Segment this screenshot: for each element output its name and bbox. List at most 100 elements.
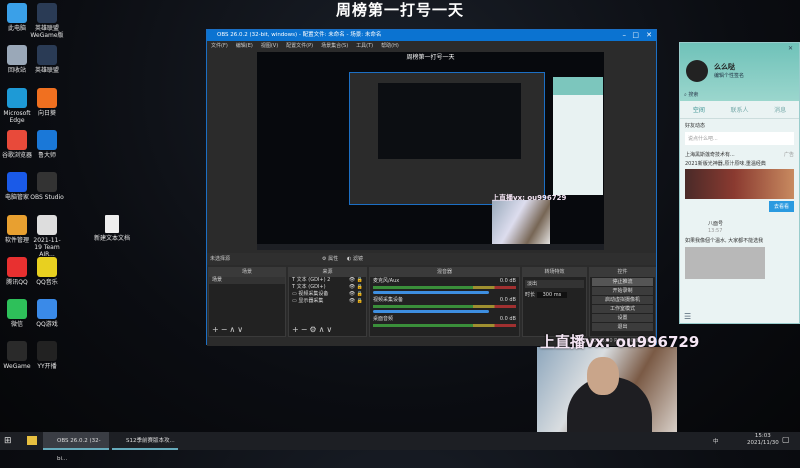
visibility-lock-icons[interactable]: 👁 🔒 xyxy=(349,284,366,291)
source-type-icon: ▭ xyxy=(292,298,297,304)
qq-tab[interactable]: 消息 xyxy=(774,105,786,114)
taskbar-item-label: S12季前赛版本攻... xyxy=(126,438,175,444)
desktop-icon[interactable]: 腾讯QQ xyxy=(0,256,34,286)
preview-canvas[interactable]: 周榜第一打号一天 上直播vx: ou996729 xyxy=(257,52,604,250)
scene-toolbar[interactable]: +−∧∨ xyxy=(212,325,245,334)
close-icon[interactable]: ✕ xyxy=(788,45,793,52)
taskbar: ⊞ OBS 26.0.2 (32-bi... S12季前赛版本攻... 中 15… xyxy=(0,432,800,462)
visibility-lock-icons[interactable]: 👁 🔒 xyxy=(349,291,366,298)
filters-label: 滤镜 xyxy=(352,256,363,262)
desktop-icon[interactable]: 回收站 xyxy=(0,45,34,74)
taskbar-item-obs[interactable]: OBS 26.0.2 (32-bi... xyxy=(43,432,109,462)
desktop-icon[interactable]: 此电脑 xyxy=(0,3,34,32)
file-explorer-icon[interactable] xyxy=(27,436,37,445)
source-item[interactable]: T 文本 (GDI+) 2 👁 🔒 xyxy=(289,277,366,284)
qq-signature[interactable]: 编辑个性签名 xyxy=(714,72,744,79)
channel-name: 桌面音频 xyxy=(373,316,394,322)
sources-dock: 来源 T 文本 (GDI+) 2 👁 🔒 T 文本 (GDI+) 👁 🔒 ▭ 视频采集设… xyxy=(288,267,367,337)
source-item[interactable]: T 文本 (GDI+) 👁 🔒 xyxy=(289,284,366,291)
visibility-lock-icons[interactable]: 👁 🔒 xyxy=(349,298,366,305)
friend-time: 13:57 xyxy=(708,228,723,234)
desktop-icon[interactable]: 微信 xyxy=(0,299,34,328)
ime-indicator[interactable]: 中 xyxy=(713,437,719,445)
qq-menu-icon[interactable]: ☰ xyxy=(684,312,691,321)
menu-item[interactable]: 视图(V) xyxy=(261,41,278,51)
filters-button[interactable]: ◐ 滤镜 xyxy=(347,253,363,265)
desktop-icon-text-file[interactable]: 新建文本文档 xyxy=(92,215,132,242)
menu-item[interactable]: 配置文件(P) xyxy=(286,41,313,51)
ad-author: 上海黑斯莲奇技术有... xyxy=(685,152,735,158)
qq-search[interactable]: ⌕ 搜索 xyxy=(684,91,698,98)
desktop-icon[interactable]: OBS Studio xyxy=(30,172,64,201)
duration-input[interactable]: 300 ms xyxy=(536,292,568,298)
source-label: 文本 (GDI+) 2 xyxy=(296,277,331,283)
menu-item[interactable]: 工具(T) xyxy=(356,41,373,51)
desktop-icon-label: 此电脑 xyxy=(7,25,26,32)
volume-slider[interactable] xyxy=(373,310,489,313)
taskbar-item-chrome[interactable]: S12季前赛版本攻... xyxy=(112,432,178,450)
scene-item[interactable]: 场景 xyxy=(209,277,285,284)
control-button[interactable]: 停止推流 xyxy=(592,278,653,286)
ad-button[interactable]: 去看看 xyxy=(769,201,794,212)
desktop-icon[interactable]: 软件管理 xyxy=(0,214,34,244)
maximize-button[interactable]: □ xyxy=(632,30,639,41)
control-button[interactable]: 退出 xyxy=(592,323,653,331)
menu-item[interactable]: 编辑(E) xyxy=(236,41,253,51)
preview-title: 周榜第一打号一天 xyxy=(406,54,455,61)
mixer-channel: 视频采集设备 0.0 dB xyxy=(370,296,519,313)
source-item[interactable]: ▭ 显示器采集 👁 🔒 xyxy=(289,298,366,305)
feed-label[interactable]: 好友动态 xyxy=(680,119,799,132)
menu-item[interactable]: 文件(F) xyxy=(211,41,228,51)
menu-item[interactable]: 帮助(H) xyxy=(381,41,399,51)
desktop-icon[interactable]: QQ音乐 xyxy=(30,256,64,286)
minimize-button[interactable]: – xyxy=(623,30,627,41)
transition-select[interactable]: 淡出 xyxy=(525,280,584,288)
close-button[interactable]: ✕ xyxy=(646,30,652,41)
friend-image[interactable] xyxy=(685,247,765,279)
properties-button[interactable]: ⚙ 属性 xyxy=(322,253,338,265)
friend-name[interactable]: 八面号 xyxy=(680,212,799,227)
control-button[interactable]: 设置 xyxy=(592,314,653,322)
desktop-icon[interactable]: 谷歌浏览器 xyxy=(0,129,34,159)
app-icon xyxy=(7,214,27,235)
desktop-icon[interactable]: 向日葵 xyxy=(30,87,64,117)
source-toolbar-buttons[interactable]: +−⚙∧∨ xyxy=(292,325,334,334)
volume-meter xyxy=(373,324,516,327)
clock[interactable]: 15:03 2021/11/30 xyxy=(747,433,779,447)
control-button[interactable]: 工作室模式 xyxy=(592,305,653,313)
desktop-icon-label: YY开播 xyxy=(37,363,57,371)
start-button[interactable]: ⊞ xyxy=(4,432,12,450)
mixer-channel: 麦克风/Aux 0.0 dB xyxy=(370,277,519,294)
desktop-icon-label: 电脑管家 xyxy=(4,194,29,202)
desktop-icon[interactable]: 鲁大师 xyxy=(30,129,64,159)
notification-icon[interactable]: ▢ xyxy=(782,435,790,444)
qq-tab[interactable]: 空间 xyxy=(693,105,705,114)
visibility-lock-icons[interactable]: 👁 🔒 xyxy=(349,277,366,284)
desktop-icon-label: 软件管理 xyxy=(4,236,29,244)
preview-qq-panel xyxy=(553,77,603,195)
desktop-icon[interactable]: YY开播 xyxy=(30,341,64,370)
desktop-icon[interactable]: Microsoft Edge xyxy=(0,87,34,124)
search-label: 搜索 xyxy=(688,92,699,98)
post-input[interactable]: 说点什么吧... xyxy=(685,132,794,145)
control-button[interactable]: 启动虚拟摄像机 xyxy=(592,296,653,304)
volume-slider[interactable] xyxy=(373,291,489,294)
qq-tab[interactable]: 联系人 xyxy=(730,105,748,114)
desktop-icon[interactable]: QQ游戏 xyxy=(30,299,64,328)
desktop-icon[interactable]: 电脑管家 xyxy=(0,172,34,201)
desktop-icon[interactable]: WeGame xyxy=(0,341,34,370)
avatar[interactable] xyxy=(686,60,708,82)
control-button[interactable]: 开始录制 xyxy=(592,287,653,295)
source-item[interactable]: ▭ 视频采集设备 👁 🔒 xyxy=(289,291,366,298)
app-icon xyxy=(7,172,27,193)
desktop-icon[interactable]: 2021-11-19 Team AIR... xyxy=(30,214,64,258)
overlay-text: 上直播vx: ou996729 xyxy=(540,333,700,351)
desktop-icon-label: WeGame xyxy=(3,363,31,371)
nested-obs-preview xyxy=(349,72,545,205)
ad-image[interactable] xyxy=(685,169,794,199)
app-icon xyxy=(37,256,57,277)
source-type-icon: T xyxy=(292,277,296,283)
desktop-icon[interactable]: 英雄联盟 WeGame版 xyxy=(30,3,64,39)
desktop-icon[interactable]: 英雄联盟 xyxy=(30,45,64,74)
menu-item[interactable]: 场景集合(S) xyxy=(321,41,348,51)
